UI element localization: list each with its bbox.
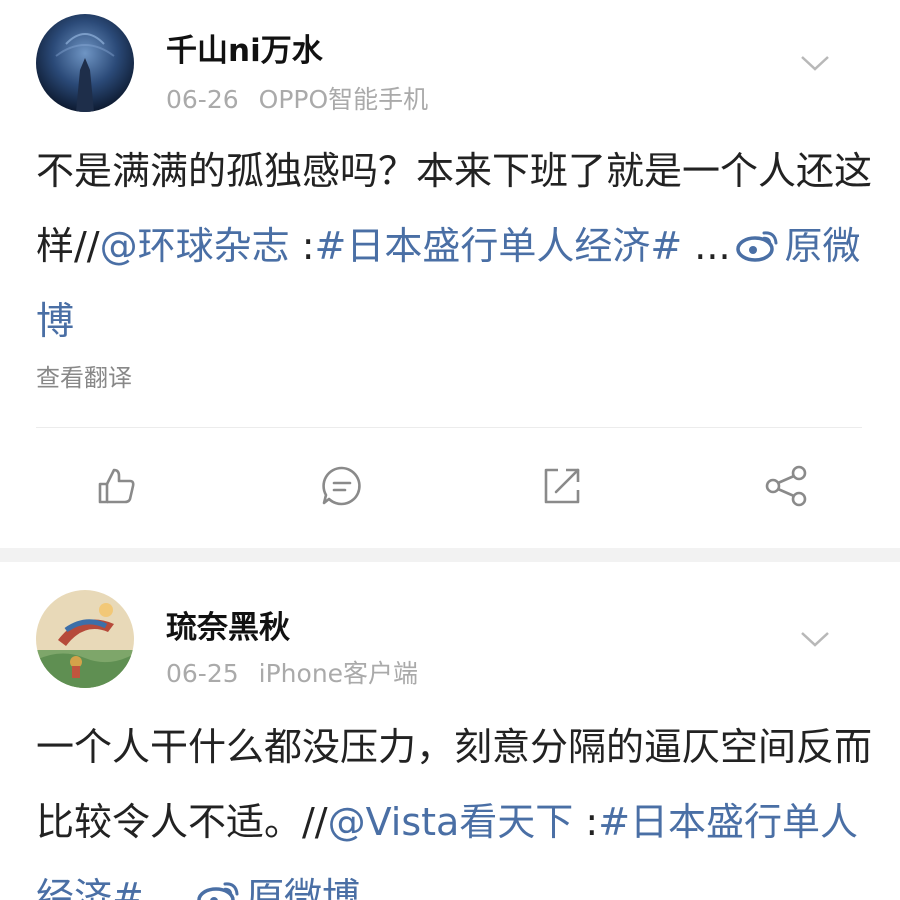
comment-icon[interactable] [320,464,364,508]
separator-text: : [573,800,599,844]
username[interactable]: 琉奈黑秋 [166,602,290,647]
weibo-icon [197,882,239,900]
mention-link[interactable]: @环球杂志 [100,224,290,268]
hashtag-link[interactable]: #日本盛行单人经济# [315,224,683,268]
post-source: OPPO智能手机 [258,85,429,114]
avatar[interactable] [36,14,134,112]
share-icon[interactable] [764,464,808,508]
weibo-icon [735,231,778,262]
view-translation-link[interactable]: 查看翻译 [36,358,132,393]
chevron-down-icon[interactable] [798,628,832,650]
card-separator [0,548,900,562]
divider [36,427,862,428]
post-source: iPhone客户端 [258,659,419,688]
feed-card: 千山ni万水 06-26 OPPO智能手机 不是满满的孤独感吗？本来下班了就是一个… [0,0,900,548]
original-weibo-label: 原微博 [246,875,361,900]
chevron-down-icon[interactable] [798,52,832,74]
avatar[interactable] [36,590,134,688]
post-date: 06-25 [166,659,239,688]
post-meta: 06-26 OPPO智能手机 [166,80,428,116]
post-body: 一个人干什么都没压力，刻意分隔的逼仄空间反而比较令人不适。//@Vista看天下… [36,710,876,900]
repost-icon[interactable] [540,464,584,508]
post-meta: 06-25 iPhone客户端 [166,654,418,690]
like-icon[interactable] [94,464,138,508]
post-body: 不是满满的孤独感吗？本来下班了就是一个人还这样//@环球杂志 :#日本盛行单人经… [36,134,876,359]
separator-text: : [289,224,315,268]
ellipsis-text: ... [143,875,193,900]
mention-link[interactable]: @Vista看天下 [328,800,574,844]
original-weibo-link[interactable]: 原微博 [192,875,360,900]
username[interactable]: 千山ni万水 [166,25,323,70]
feed-card: 琉奈黑秋 06-25 iPhone客户端 一个人干什么都没压力，刻意分隔的逼仄空间… [0,562,900,900]
post-date: 06-26 [166,85,239,114]
ellipsis-text: ... [682,224,731,268]
